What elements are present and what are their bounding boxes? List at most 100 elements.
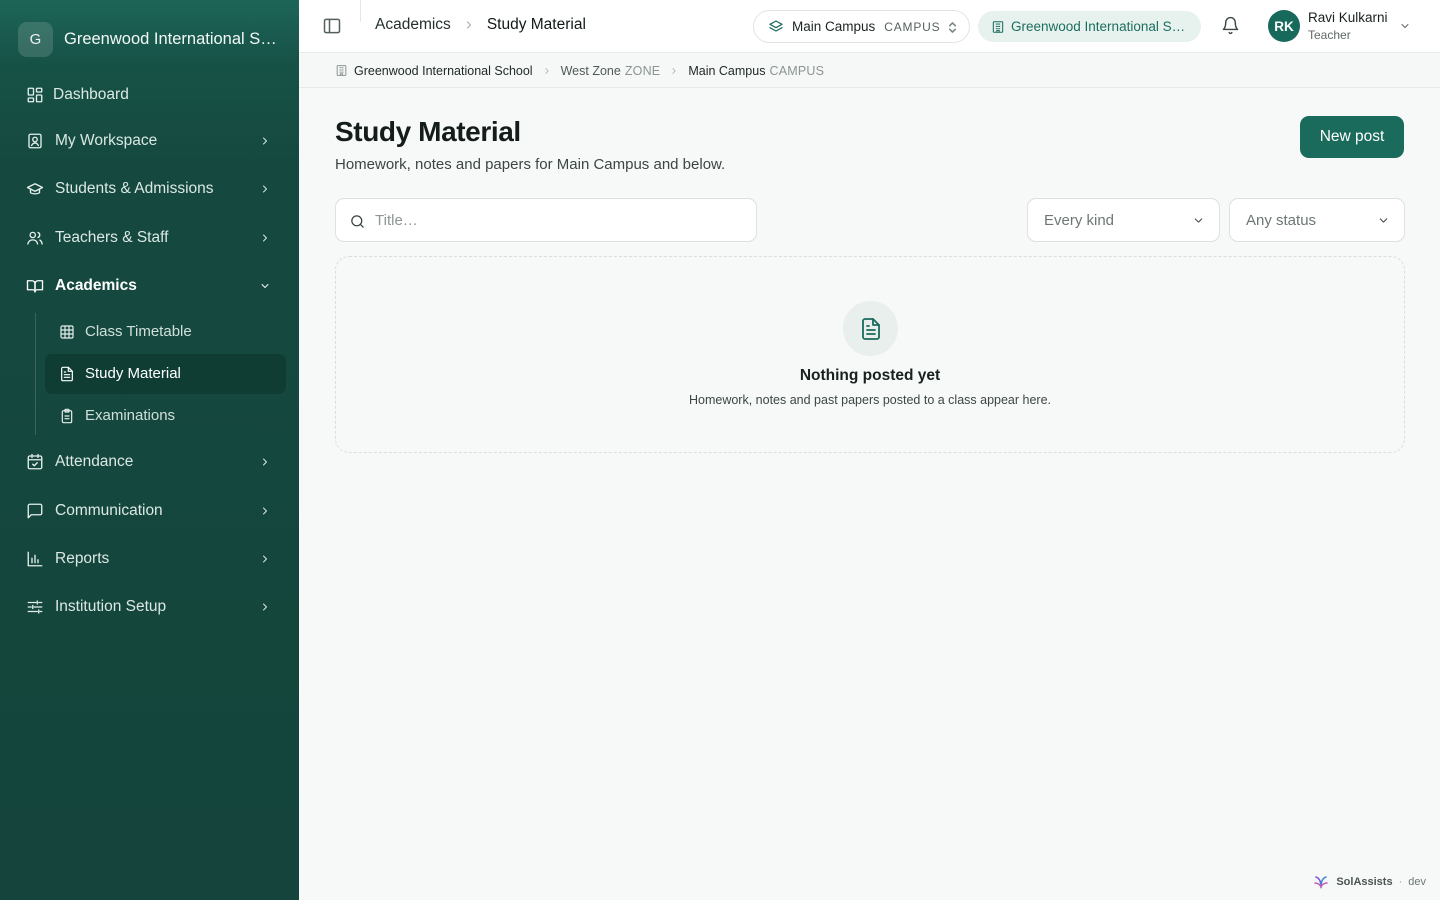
school-name: Greenwood International School: [1011, 19, 1187, 34]
new-post-button[interactable]: New post: [1300, 116, 1404, 158]
brand[interactable]: G Greenwood International School: [18, 21, 283, 57]
nav-dashboard[interactable]: Dashboard: [14, 75, 285, 115]
workspace-icon: [26, 132, 44, 150]
file-text-icon: [59, 366, 75, 382]
footer-separator: ·: [1398, 876, 1403, 888]
context-breadcrumb: Greenwood International School West Zone…: [299, 54, 1440, 88]
breadcrumb: Academics Study Material: [375, 16, 586, 34]
chevron-right-icon: [542, 66, 552, 76]
school-switcher[interactable]: Greenwood International School: [978, 11, 1201, 42]
solassists-logo-icon: [1313, 874, 1329, 890]
subnav-label: Examinations: [85, 407, 176, 424]
search-input[interactable]: [375, 208, 745, 232]
chevron-right-icon: [259, 183, 271, 195]
context-campus-tag: CAMPUS: [769, 63, 825, 78]
nav-label: Attendance: [55, 453, 134, 470]
subnav-label: Study Material: [85, 365, 181, 382]
file-text-icon: [859, 317, 883, 341]
nav-institution-setup[interactable]: Institution Setup: [14, 587, 285, 627]
divider: [360, 0, 361, 22]
nav-label: Reports: [55, 550, 110, 567]
message-square-icon: [26, 502, 44, 520]
chevron-right-icon: [259, 601, 271, 613]
chevron-down-icon: [1377, 214, 1390, 227]
user-role: Teacher: [1308, 28, 1351, 42]
nav-my-workspace[interactable]: My Workspace: [14, 121, 285, 161]
nav-attendance[interactable]: Attendance: [14, 442, 285, 482]
nav-label: Teachers & Staff: [55, 229, 169, 246]
context-zone[interactable]: West Zone: [561, 64, 621, 78]
context-school[interactable]: Greenwood International School: [354, 64, 533, 78]
notifications-bell-icon[interactable]: [1221, 16, 1240, 35]
sliders-icon: [26, 598, 44, 616]
empty-state-badge: [843, 301, 898, 356]
graduation-cap-icon: [26, 180, 44, 198]
chevron-right-icon: [259, 456, 271, 468]
chevron-right-icon: [669, 66, 679, 76]
top-bar: Academics Study Material Main Campus CAM…: [299, 0, 1440, 53]
avatar: RK: [1268, 10, 1300, 42]
subnav-study-material[interactable]: Study Material: [45, 354, 286, 394]
subnav-examinations[interactable]: Examinations: [45, 396, 286, 436]
breadcrumb-academics[interactable]: Academics: [375, 16, 451, 34]
layers-icon: [768, 19, 784, 35]
nav-teachers-staff[interactable]: Teachers & Staff: [14, 218, 285, 258]
submenu-rail: [35, 313, 36, 435]
nav-academics[interactable]: Academics: [14, 266, 285, 306]
subnav-class-timetable[interactable]: Class Timetable: [45, 312, 286, 352]
empty-state-message: Homework, notes and past papers posted t…: [688, 393, 1052, 407]
book-open-icon: [26, 277, 44, 295]
campus-tag: CAMPUS: [884, 19, 941, 34]
chevron-right-icon: [463, 19, 475, 31]
page-title: Study Material: [335, 116, 521, 147]
footer-brand: SolAssists: [1336, 876, 1393, 888]
context-campus: Main Campus: [688, 63, 766, 78]
nav-label: Dashboard: [53, 86, 129, 103]
status-filter-select[interactable]: Any status: [1229, 198, 1405, 242]
chevron-up-down-icon: [947, 21, 958, 34]
chevron-down-icon: [1192, 214, 1205, 227]
campus-switcher[interactable]: Main Campus CAMPUS: [753, 10, 970, 43]
brand-name: Greenwood International School: [64, 29, 282, 48]
chevron-right-icon: [259, 232, 271, 244]
bar-chart-icon: [26, 550, 44, 568]
chevron-down-icon: [1399, 20, 1411, 32]
footer-env: dev: [1408, 876, 1426, 888]
dashboard-icon: [26, 86, 44, 104]
nav-students-admissions[interactable]: Students & Admissions: [14, 169, 285, 209]
subnav-label: Class Timetable: [85, 323, 192, 340]
nav-label: Academics: [55, 277, 137, 294]
context-zone-tag: ZONE: [624, 63, 661, 78]
user-name: Ravi Kulkarni: [1308, 10, 1388, 25]
kind-filter-value: Every kind: [1044, 212, 1115, 229]
building-icon: [335, 64, 348, 77]
breadcrumb-study-material: Study Material: [486, 16, 586, 33]
building-icon: [991, 20, 1005, 34]
table-grid-icon: [59, 324, 75, 340]
brand-logo: G: [18, 21, 53, 57]
nav-reports[interactable]: Reports: [14, 539, 285, 579]
calendar-check-icon: [26, 453, 44, 471]
nav-communication[interactable]: Communication: [14, 491, 285, 531]
sidebar: G Greenwood International School Dashboa…: [0, 0, 299, 900]
chevron-right-icon: [259, 135, 271, 147]
search-field[interactable]: [335, 198, 757, 242]
clipboard-icon: [59, 408, 75, 424]
sidebar-toggle-icon[interactable]: [322, 16, 342, 36]
page-subtitle: Homework, notes and papers for Main Camp…: [335, 156, 726, 173]
empty-state-title: Nothing posted yet: [799, 367, 941, 384]
empty-state: Nothing posted yet Homework, notes and p…: [335, 256, 1405, 453]
status-filter-value: Any status: [1246, 212, 1317, 229]
chevron-right-icon: [259, 505, 271, 517]
chevron-right-icon: [259, 553, 271, 565]
nav-label: My Workspace: [55, 132, 158, 149]
campus-name: Main Campus: [792, 19, 876, 34]
user-menu[interactable]: RK Ravi Kulkarni Teacher: [1268, 9, 1418, 43]
users-icon: [26, 229, 44, 247]
nav-label: Institution Setup: [55, 598, 167, 615]
search-icon: [349, 213, 366, 230]
chevron-down-icon: [259, 280, 271, 292]
nav-label: Communication: [55, 502, 163, 519]
nav-label: Students & Admissions: [55, 180, 214, 197]
kind-filter-select[interactable]: Every kind: [1027, 198, 1220, 242]
